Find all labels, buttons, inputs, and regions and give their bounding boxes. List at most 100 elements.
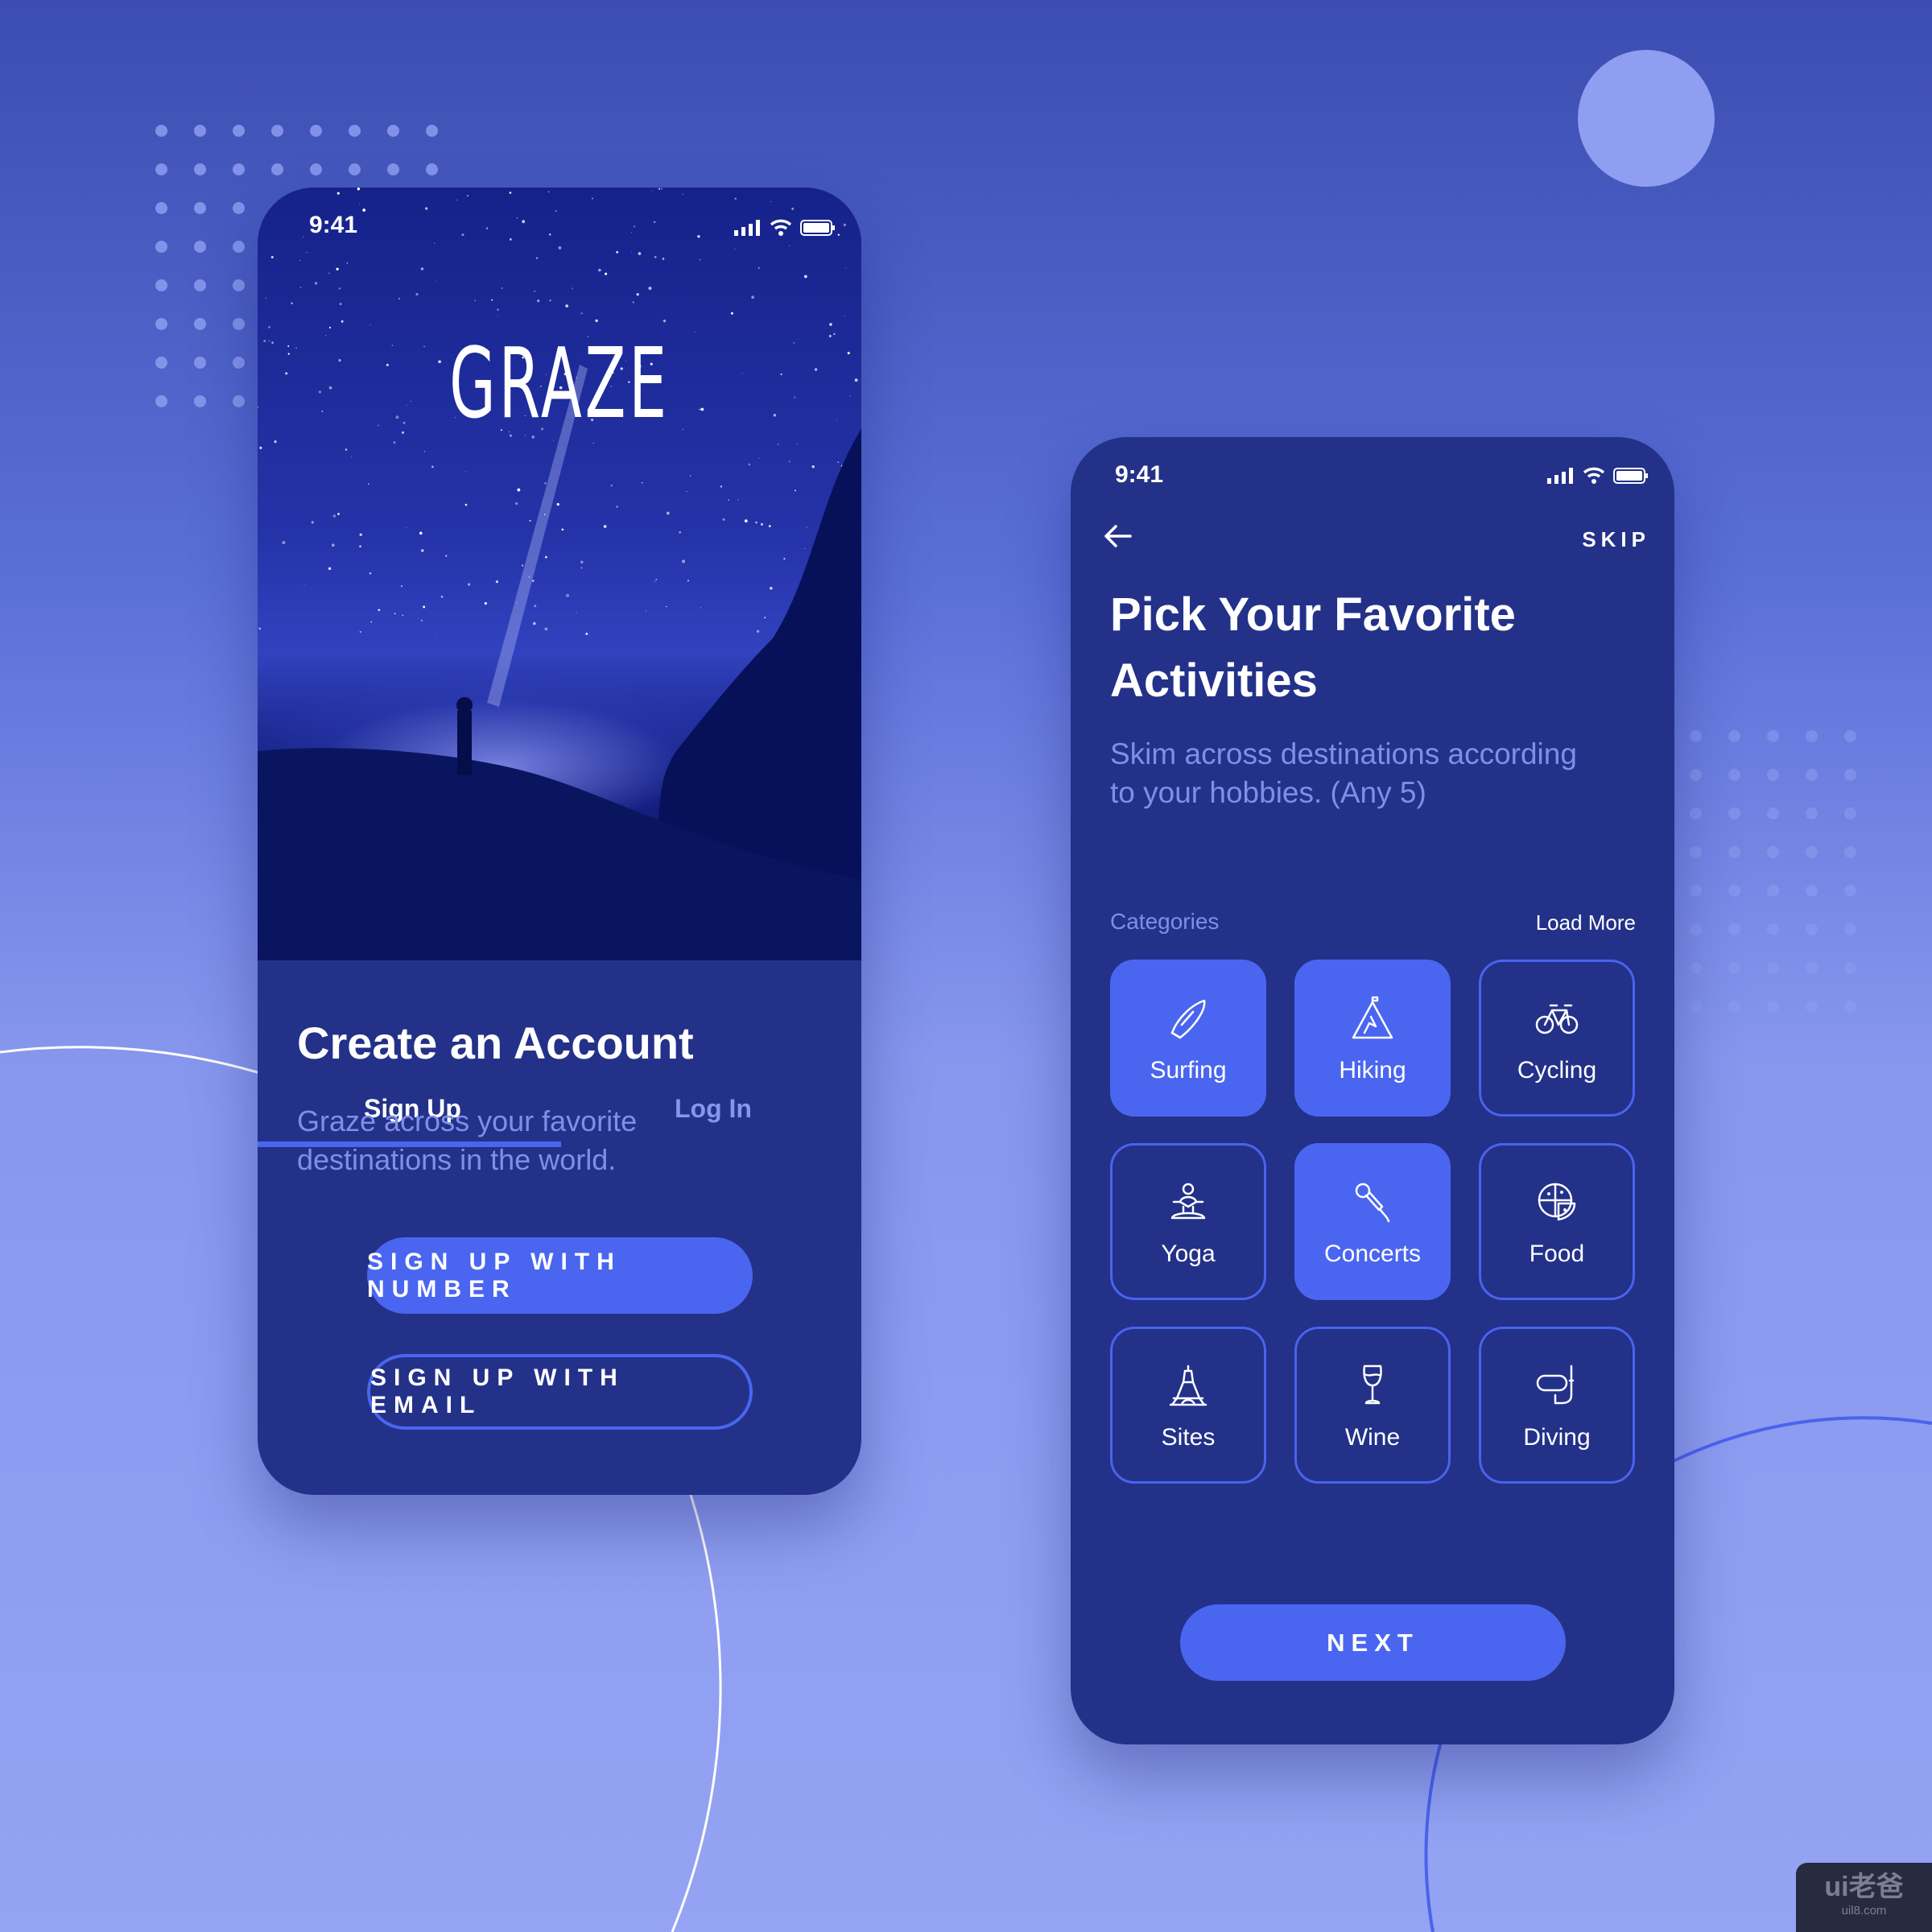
- page-title: Create an Account: [297, 1018, 694, 1068]
- dot: [387, 163, 399, 175]
- signup-screen: 9:41 GRAZE Sign Up Log In Create an Acco…: [258, 188, 861, 1495]
- sign-up-number-button[interactable]: SIGN UP WITH NUMBER: [367, 1237, 753, 1314]
- dot: [1690, 1001, 1702, 1013]
- category-label: Diving: [1523, 1424, 1591, 1451]
- category-tile-yoga[interactable]: Yoga: [1110, 1143, 1266, 1300]
- dot: [194, 279, 206, 291]
- yoga-icon: [1170, 1183, 1206, 1220]
- dot: [1728, 846, 1740, 858]
- dot: [1690, 962, 1702, 974]
- category-tile-surfing[interactable]: Surfing: [1110, 960, 1266, 1117]
- wine-glass-icon: [1363, 1364, 1382, 1405]
- battery-icon: [1613, 468, 1648, 484]
- subtitle-line: destinations in the world.: [297, 1143, 617, 1176]
- category-tile-cycling[interactable]: Cycling: [1479, 960, 1635, 1117]
- signal-icon: [734, 220, 760, 236]
- subtitle-line: to your hobbies. (Any 5): [1110, 776, 1426, 809]
- dot: [1690, 807, 1702, 819]
- pizza-icon: [1538, 1183, 1576, 1221]
- load-more-link[interactable]: Load More: [1536, 910, 1636, 935]
- dot: [426, 125, 438, 137]
- page-title: Pick Your Favorite Activities: [1110, 582, 1516, 714]
- dot: [1806, 846, 1818, 858]
- dot: [1806, 923, 1818, 935]
- dot: [271, 125, 283, 137]
- skip-button[interactable]: SKIP: [1582, 527, 1650, 552]
- bicycle-icon: [1535, 1004, 1579, 1034]
- dot: [387, 125, 399, 137]
- dot: [1728, 807, 1740, 819]
- dot: [1844, 1001, 1856, 1013]
- wifi-icon: [1583, 467, 1605, 484]
- microphone-icon: [1355, 1183, 1390, 1223]
- dot: [233, 279, 245, 291]
- dot: [1806, 730, 1818, 742]
- status-time: 9:41: [309, 212, 358, 238]
- category-label: Yoga: [1161, 1241, 1216, 1267]
- dot: [194, 125, 206, 137]
- category-tile-food[interactable]: Food: [1479, 1143, 1635, 1300]
- dot: [155, 318, 167, 330]
- dot: [1767, 846, 1779, 858]
- category-tile-hiking[interactable]: Hiking: [1294, 960, 1451, 1117]
- title-line: Activities: [1110, 654, 1318, 707]
- sign-up-email-button[interactable]: SIGN UP WITH EMAIL: [367, 1354, 753, 1430]
- dot: [194, 241, 206, 253]
- subtitle-line: Graze across your favorite: [297, 1104, 638, 1137]
- tab-log-in[interactable]: Log In: [675, 1094, 752, 1124]
- watermark-logo: ui老爸: [1824, 1872, 1904, 1902]
- subtitle: Graze across your favorite destinations …: [297, 1102, 637, 1179]
- dot: [1806, 962, 1818, 974]
- dot: [155, 395, 167, 407]
- dot: [1767, 962, 1779, 974]
- category-label: Surfing: [1150, 1057, 1227, 1084]
- dot: [1767, 807, 1779, 819]
- dot: [233, 241, 245, 253]
- eiffel-tower-icon: [1169, 1364, 1208, 1406]
- dot: [1844, 807, 1856, 819]
- dot: [194, 163, 206, 175]
- next-button[interactable]: NEXT: [1180, 1604, 1566, 1681]
- dot: [155, 202, 167, 214]
- dot: [1844, 923, 1856, 935]
- dot: [1806, 769, 1818, 781]
- surfboard-icon: [1170, 999, 1206, 1039]
- category-label: Concerts: [1323, 1241, 1422, 1267]
- dot: [1690, 923, 1702, 935]
- dot: [1767, 923, 1779, 935]
- title-line: Pick Your Favorite: [1110, 588, 1516, 641]
- dot: [1844, 962, 1856, 974]
- category-tile-sites[interactable]: Sites: [1110, 1327, 1266, 1484]
- dot: [1728, 885, 1740, 897]
- dot: [233, 163, 245, 175]
- diving-mask-icon: [1536, 1364, 1575, 1405]
- dot: [1806, 807, 1818, 819]
- category-label: Sites: [1161, 1424, 1216, 1451]
- dot: [426, 163, 438, 175]
- app-logo: GRAZE: [449, 328, 670, 440]
- dot: [155, 357, 167, 369]
- category-tile-wine[interactable]: Wine: [1294, 1327, 1451, 1484]
- status-time: 9:41: [1115, 461, 1164, 488]
- dot: [1728, 730, 1740, 742]
- category-tile-concerts[interactable]: Concerts: [1294, 1143, 1451, 1300]
- dot: [310, 163, 322, 175]
- dot: [1728, 923, 1740, 935]
- dot: [194, 202, 206, 214]
- dot: [194, 318, 206, 330]
- dot: [233, 125, 245, 137]
- activities-screen: 9:41 SKIP Pick Your Favorite Activities …: [1071, 437, 1674, 1744]
- dot: [310, 125, 322, 137]
- dot: [233, 202, 245, 214]
- dot: [155, 279, 167, 291]
- arrow-left-icon[interactable]: [1103, 524, 1132, 548]
- battery-icon: [800, 220, 835, 236]
- dot: [1728, 1001, 1740, 1013]
- category-tile-diving[interactable]: Diving: [1479, 1327, 1635, 1484]
- watermark-url: uil8.com: [1841, 1904, 1887, 1918]
- dot: [1690, 846, 1702, 858]
- subtitle-line: Skim across destinations according: [1110, 737, 1577, 770]
- dot: [1767, 1001, 1779, 1013]
- category-label: Food: [1529, 1241, 1585, 1267]
- category-label: Hiking: [1339, 1057, 1406, 1084]
